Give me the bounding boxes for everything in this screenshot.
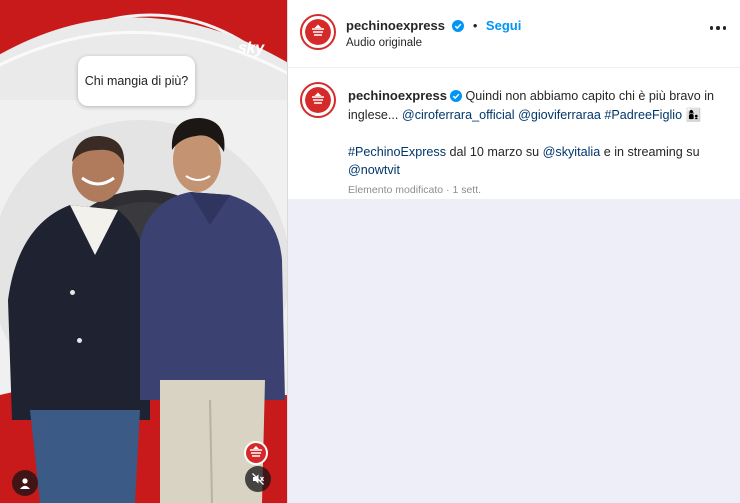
- more-options-button[interactable]: [709, 26, 726, 30]
- mention-link[interactable]: @nowtvit: [348, 163, 400, 177]
- profile-picture: [305, 87, 331, 113]
- post-side-panel: pechinoexpress • Segui Audio originale p…: [287, 0, 740, 503]
- hashtag-link[interactable]: #PechinoExpress: [348, 145, 446, 159]
- verified-badge-icon: [450, 90, 462, 102]
- sky-watermark: sky: [238, 40, 264, 57]
- separator-dot: •: [472, 18, 478, 33]
- caption-avatar[interactable]: [300, 82, 336, 118]
- user-icon: [20, 478, 30, 489]
- reel-media[interactable]: sky Chi mangia di più?: [0, 0, 287, 503]
- hashtag-link[interactable]: #PadreeFiglio: [604, 108, 682, 122]
- more-dot-icon: [722, 26, 726, 30]
- header-username[interactable]: pechinoexpress: [346, 18, 445, 33]
- question-sticker[interactable]: Chi mangia di più?: [78, 56, 195, 106]
- mute-button[interactable]: [245, 466, 271, 492]
- tagged-users-button[interactable]: [12, 470, 38, 496]
- caption-body: e in streaming su: [603, 144, 700, 159]
- avatar[interactable]: [300, 14, 336, 50]
- caption-username[interactable]: pechinoexpress: [348, 88, 447, 103]
- pechino-express-logo: [244, 441, 268, 465]
- post-header: pechinoexpress • Segui Audio originale: [288, 0, 740, 68]
- comments-area: [288, 199, 740, 503]
- audio-label[interactable]: Audio originale: [346, 37, 422, 49]
- follow-button[interactable]: Segui: [486, 18, 521, 33]
- edit-timestamp: Elemento modificato · 1 sett.: [348, 184, 482, 196]
- mention-link[interactable]: @skyitalia: [543, 145, 601, 159]
- verified-badge-icon: [452, 20, 465, 32]
- mention-link[interactable]: @gioviferraraa: [518, 108, 601, 122]
- post-viewer: sky Chi mangia di più? pechinoexpress • …: [0, 0, 740, 503]
- more-dot-icon: [716, 26, 720, 30]
- caption-body: dal 10 marzo su: [449, 144, 540, 159]
- speaker-muted-icon: [252, 473, 265, 485]
- family-emoji-icon: 👩‍👦: [685, 107, 702, 122]
- mention-link[interactable]: @ciroferrara_official: [402, 108, 515, 122]
- caption-text: pechinoexpress Quindi non abbiamo capito…: [348, 87, 726, 180]
- more-dot-icon: [709, 26, 713, 30]
- profile-picture: [305, 19, 331, 45]
